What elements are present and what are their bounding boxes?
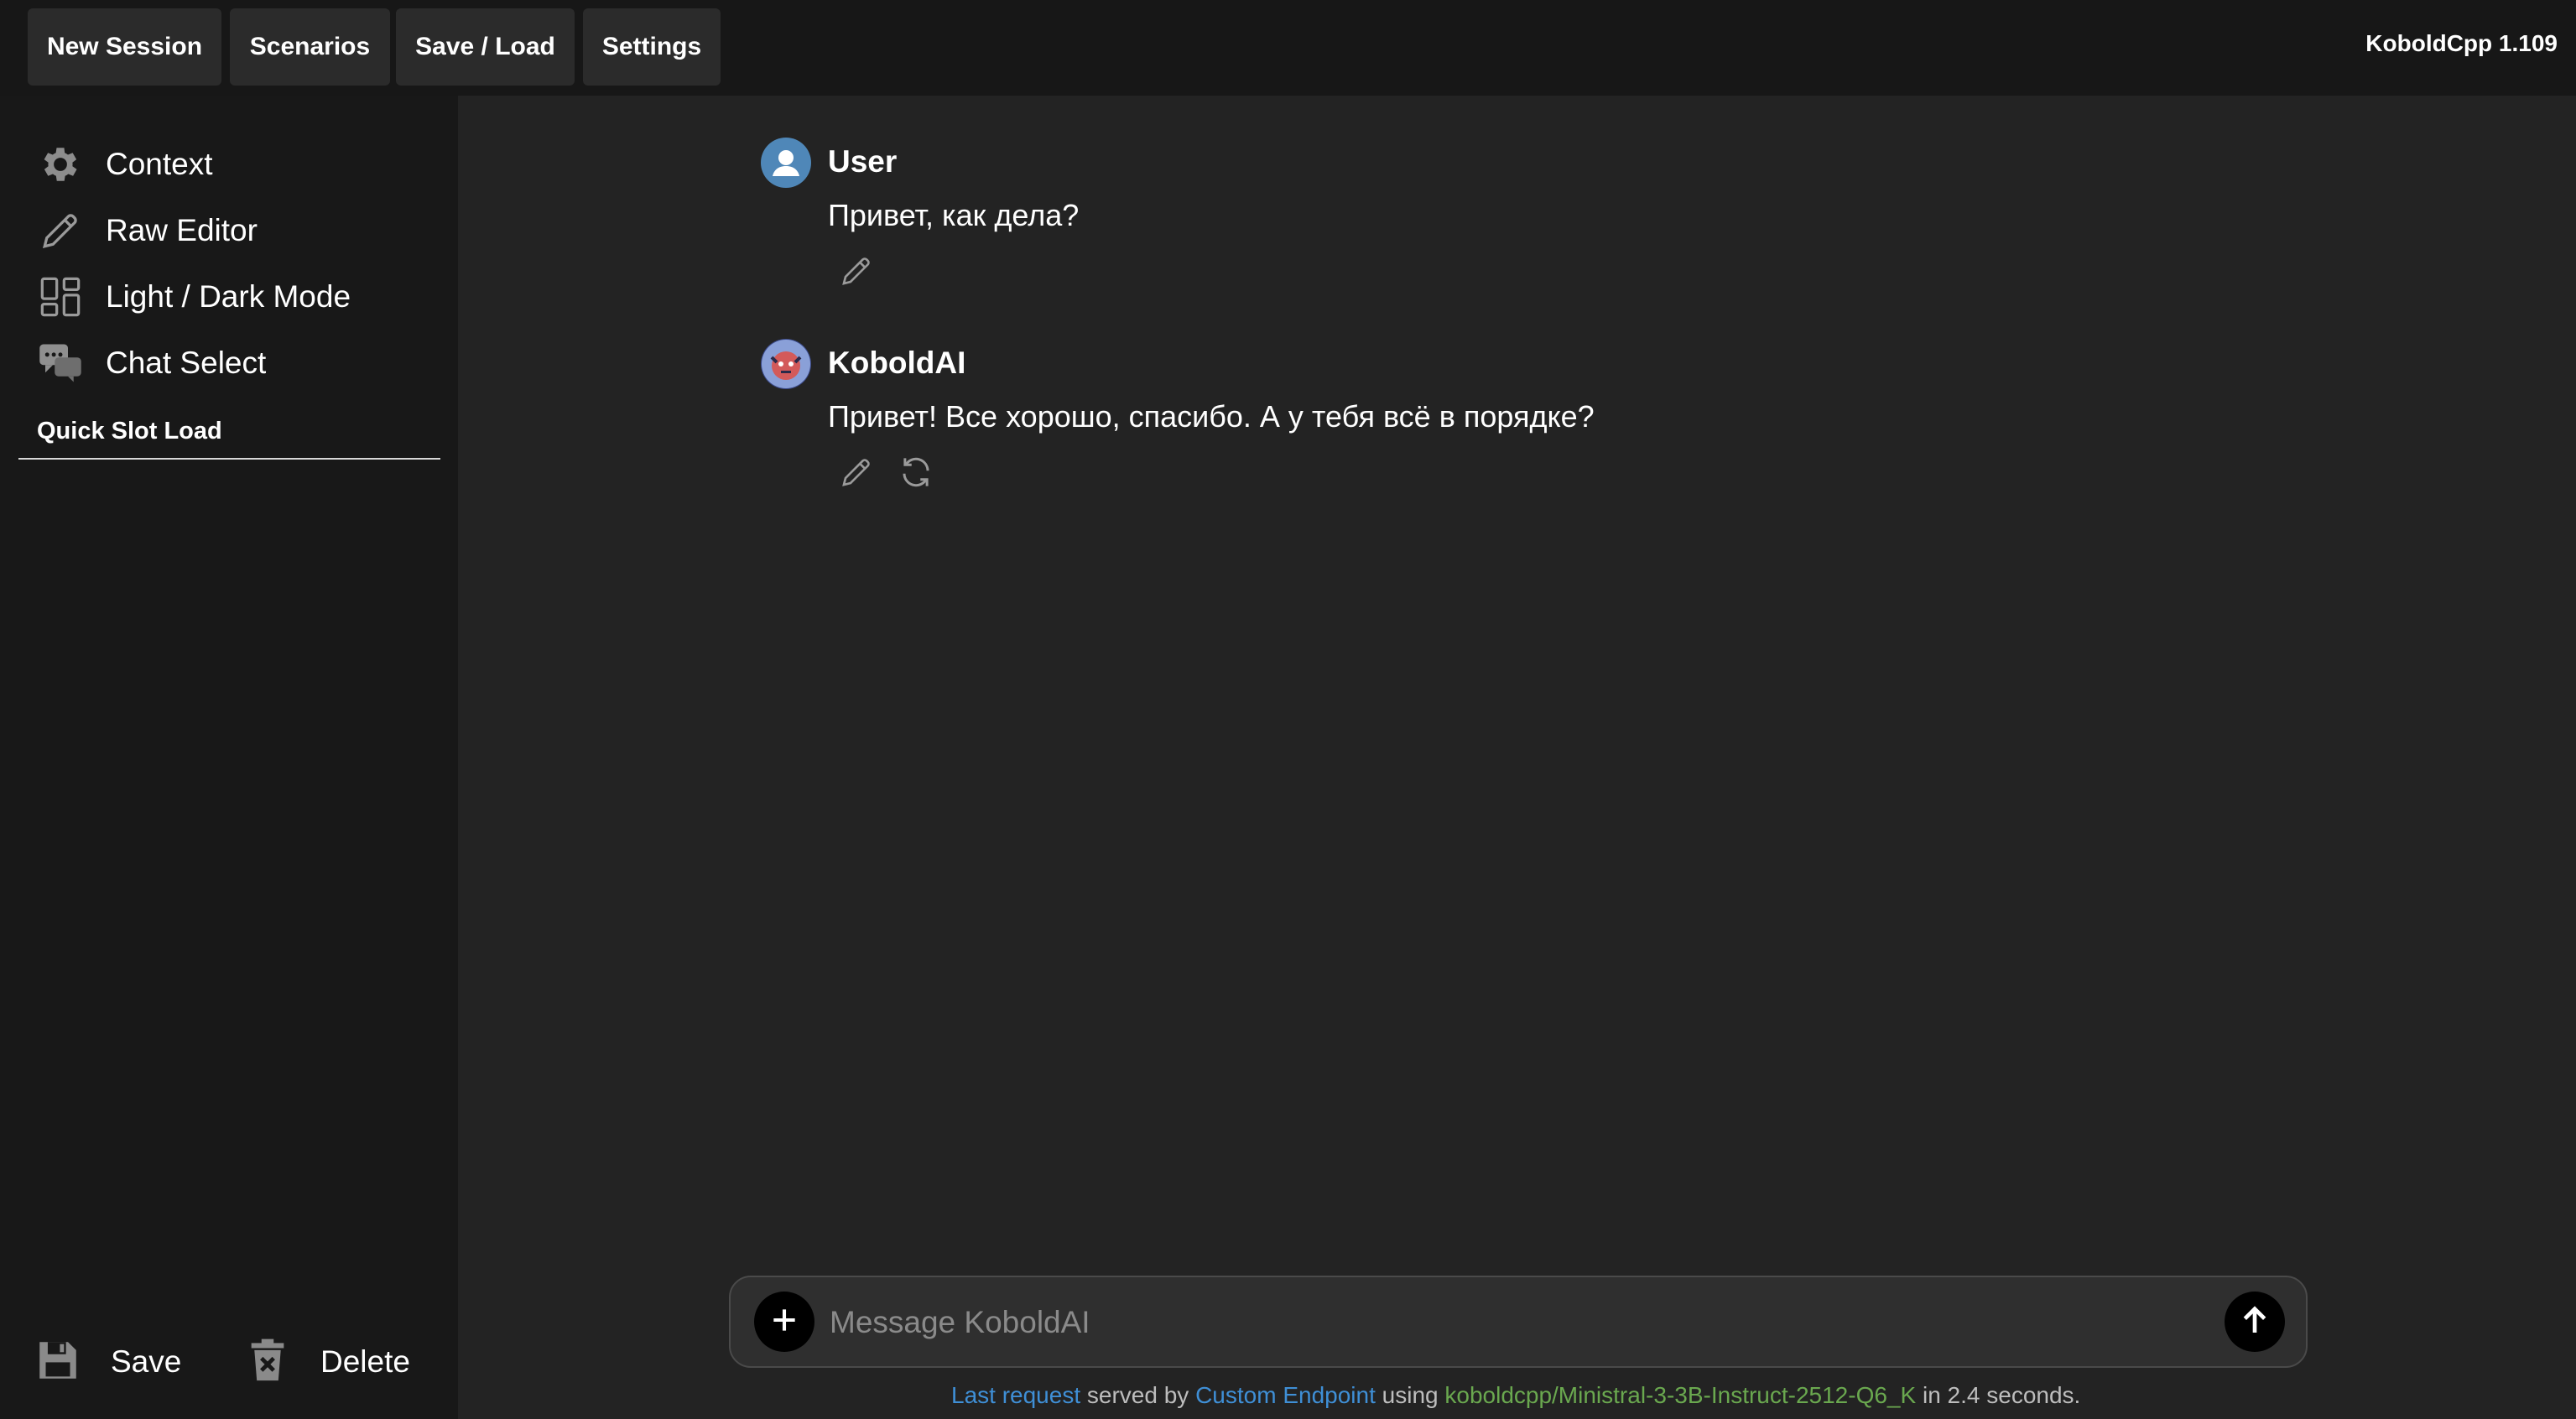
message-composer — [729, 1276, 2308, 1368]
koboldai-avatar — [761, 339, 811, 389]
sidebar-item-chat-select[interactable]: Chat Select — [37, 334, 440, 392]
message-author: KoboldAI — [828, 346, 966, 380]
new-session-button[interactable]: New Session — [28, 8, 221, 86]
floppy-disk-icon — [34, 1336, 82, 1389]
regenerate-button[interactable] — [896, 454, 936, 494]
refresh-icon — [898, 455, 934, 494]
edit-message-button[interactable] — [836, 252, 877, 293]
sidebar-item-label: Raw Editor — [106, 213, 258, 247]
gear-icon — [37, 141, 84, 188]
pencil-icon — [840, 455, 873, 493]
chat-bubbles-icon — [37, 340, 84, 387]
scenarios-button[interactable]: Scenarios — [230, 8, 390, 86]
sidebar: Context Raw Editor Light / Dark Mode Cha… — [0, 96, 458, 1419]
edit-message-button[interactable] — [836, 454, 877, 494]
endpoint-link[interactable]: Custom Endpoint — [1195, 1382, 1376, 1408]
delete-label: Delete — [320, 1344, 410, 1379]
sidebar-item-label: Chat Select — [106, 346, 267, 380]
arrow-up-icon — [2238, 1303, 2272, 1341]
last-request-link[interactable]: Last request — [951, 1382, 1080, 1408]
trash-icon — [243, 1336, 292, 1389]
message-text: Привет, как дела? — [828, 198, 1080, 232]
plus-icon — [768, 1304, 800, 1340]
version-label: KoboldCpp 1.109 — [2365, 30, 2558, 56]
layout-icon — [37, 273, 84, 320]
status-text: using — [1382, 1382, 1439, 1408]
user-avatar — [761, 138, 811, 188]
status-text: in 2.4 seconds. — [1922, 1382, 2081, 1408]
sidebar-item-context[interactable]: Context — [37, 135, 440, 194]
save-button[interactable]: Save — [34, 1328, 181, 1396]
quick-slot-load-heading: Quick Slot Load — [37, 418, 222, 444]
message-author: User — [828, 144, 898, 179]
save-label: Save — [111, 1344, 182, 1379]
send-button[interactable] — [2225, 1292, 2285, 1352]
divider — [18, 458, 440, 460]
model-name: koboldcpp/Ministral-3-3B-Instruct-2512-Q… — [1444, 1382, 1917, 1408]
delete-button[interactable]: Delete — [243, 1328, 410, 1396]
sidebar-item-label: Context — [106, 147, 213, 181]
save-load-button[interactable]: Save / Load — [396, 8, 575, 86]
message-text: Привет! Все хорошо, спасибо. А у тебя вс… — [828, 399, 1595, 434]
sidebar-item-light-dark-mode[interactable]: Light / Dark Mode — [37, 268, 440, 326]
pencil-icon — [840, 254, 873, 292]
status-line: Last request served by Custom Endpoint u… — [951, 1382, 2080, 1409]
sidebar-item-raw-editor[interactable]: Raw Editor — [37, 201, 440, 260]
status-text: served by — [1086, 1382, 1189, 1408]
sidebar-item-label: Light / Dark Mode — [106, 279, 351, 314]
settings-button[interactable]: Settings — [583, 8, 721, 86]
message-input[interactable] — [830, 1294, 2088, 1351]
pencil-icon — [37, 207, 84, 254]
top-toolbar: New Session Scenarios Save / Load Settin… — [0, 0, 2576, 96]
add-attachment-button[interactable] — [754, 1292, 814, 1352]
